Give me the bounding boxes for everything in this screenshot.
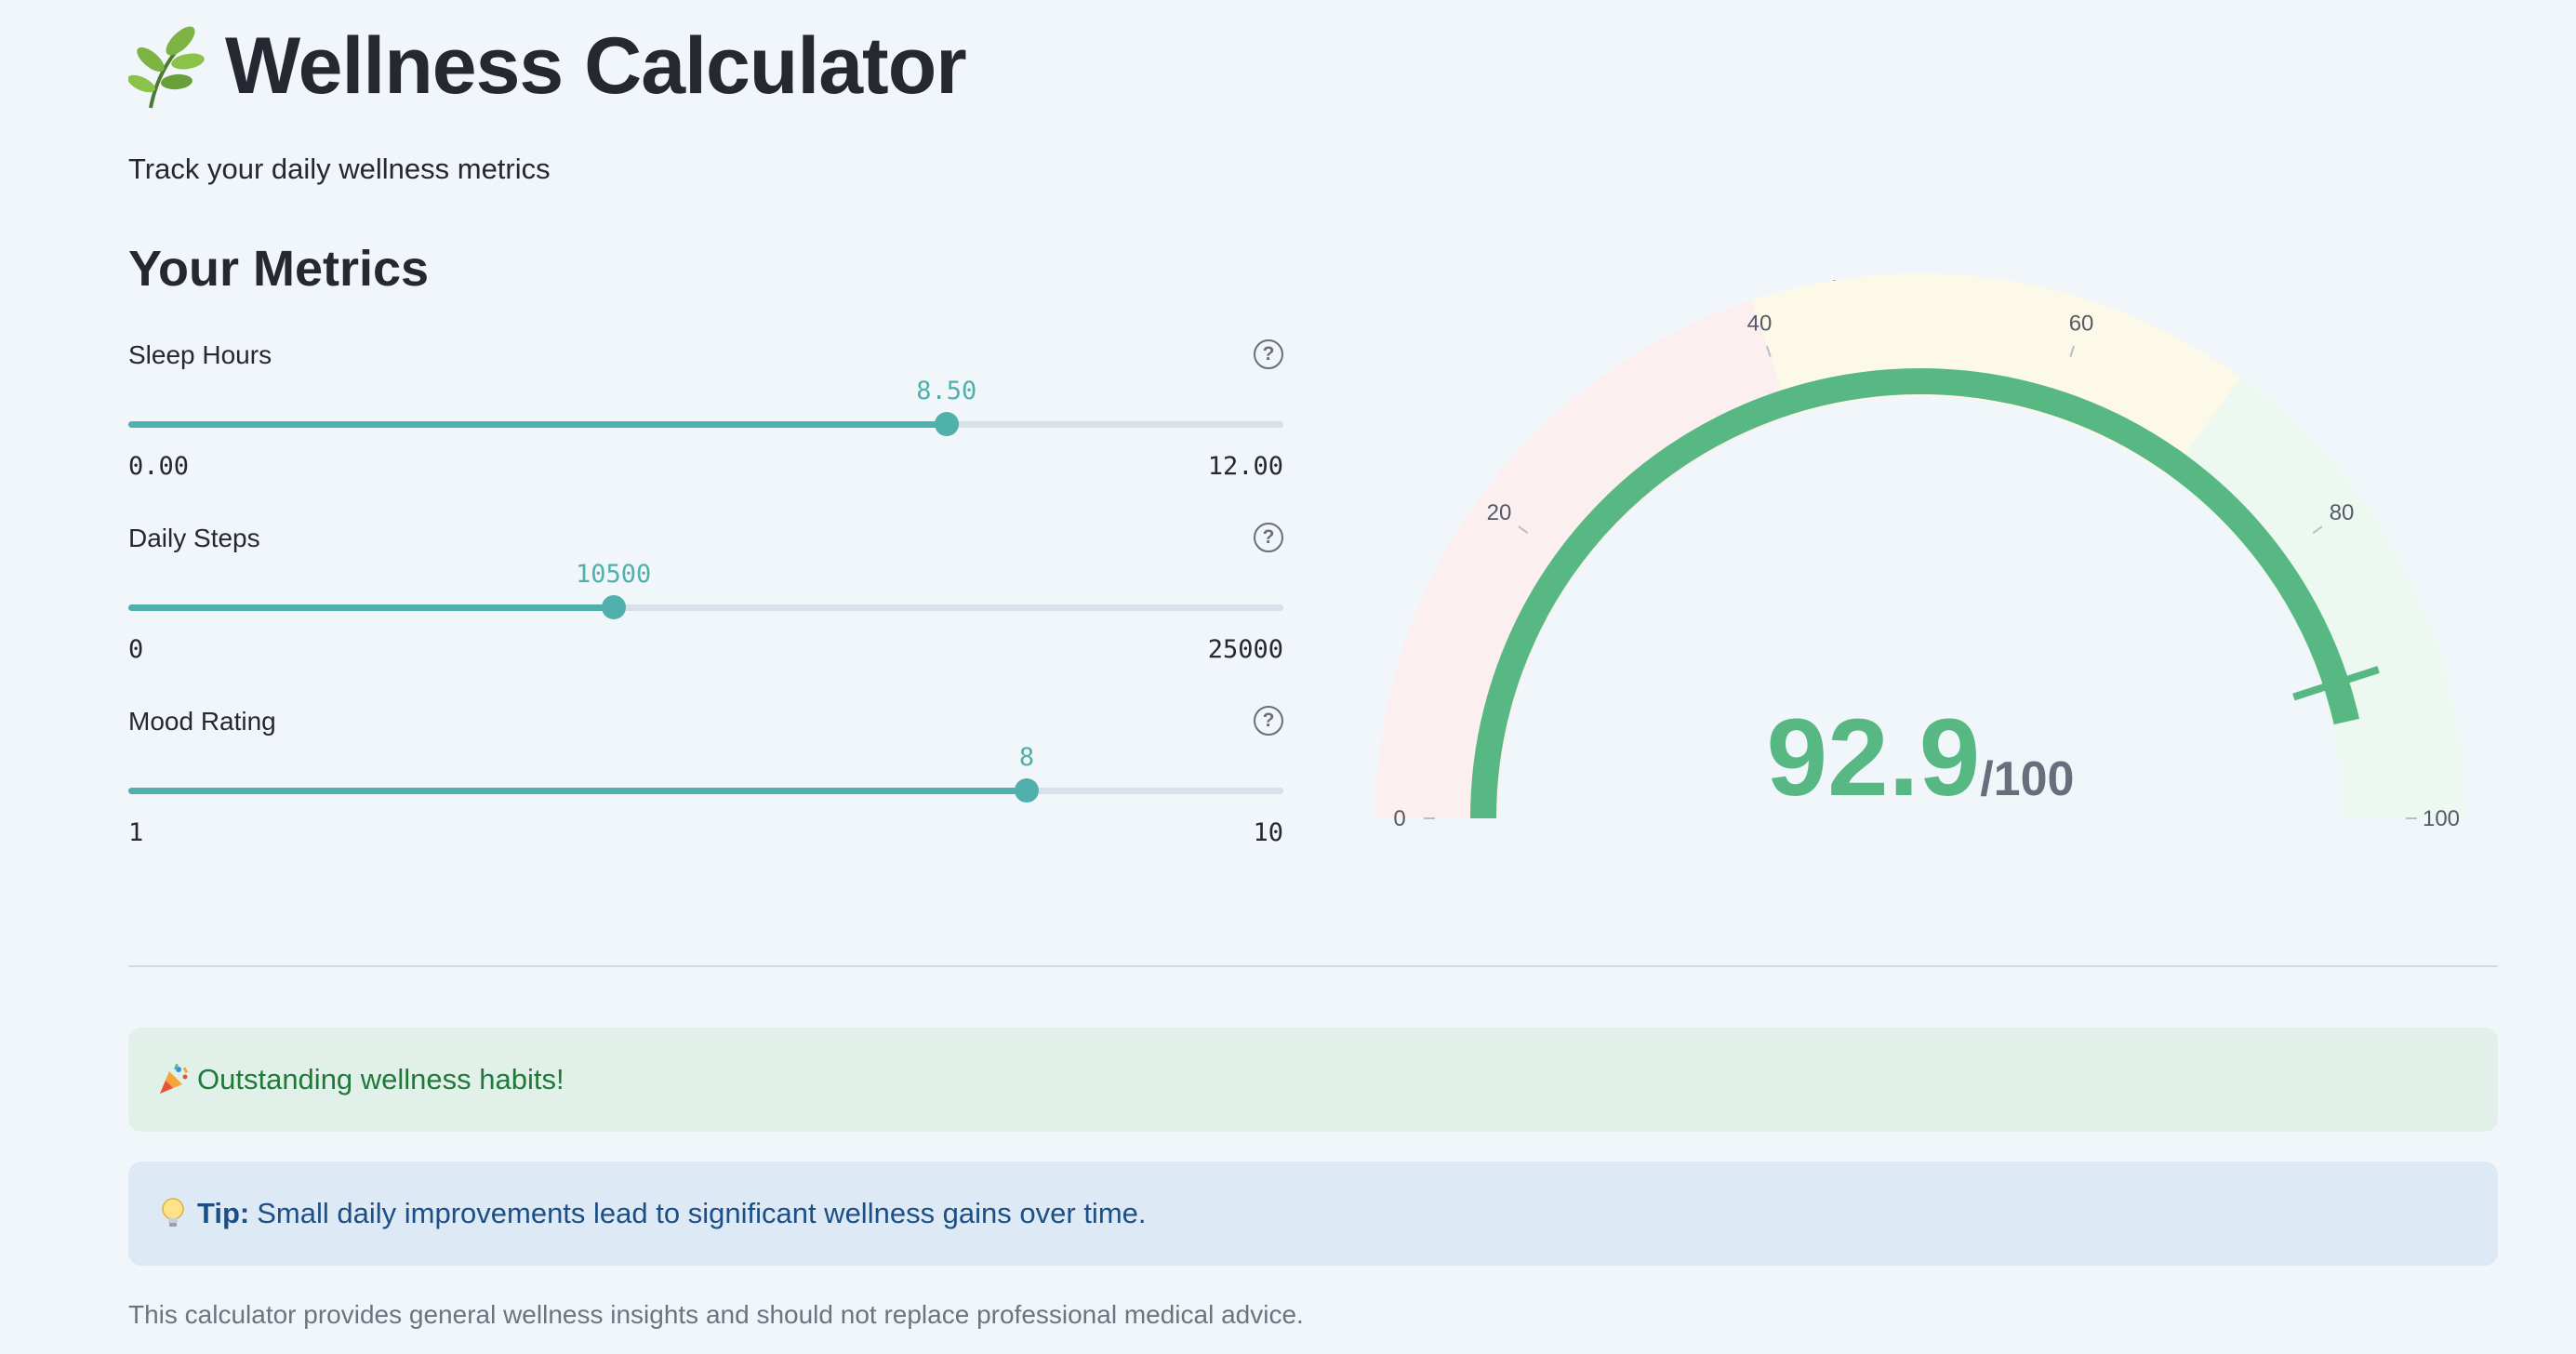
slider-thumb[interactable]	[934, 412, 959, 436]
slider-max: 10	[1253, 818, 1283, 847]
page-title: Wellness Calculator	[225, 21, 967, 111]
party-popper-icon	[160, 1063, 189, 1094]
slider-thumb[interactable]	[601, 595, 626, 619]
tip-text: Small daily improvements lead to signifi…	[257, 1197, 1147, 1229]
slider-fill	[128, 421, 947, 428]
slider-track[interactable]: 8	[128, 743, 1283, 803]
slider-min: 1	[128, 818, 144, 847]
slider-label: Mood Rating	[128, 707, 276, 736]
slider-max: 25000	[1207, 635, 1283, 664]
slider-value: 10500	[575, 560, 652, 589]
slider-thumb[interactable]	[1015, 778, 1039, 803]
gauge-tick-label: 20	[1487, 500, 1512, 525]
daily-steps-slider[interactable]: Daily Steps ? 10500 0 25000	[128, 523, 1283, 691]
slider-track[interactable]: 10500	[128, 560, 1283, 619]
page-subtitle: Track your daily wellness metrics	[128, 153, 551, 185]
gauge-suffix: /100	[1980, 752, 2074, 806]
disclaimer-text: This calculator provides general wellnes…	[128, 1300, 1304, 1329]
success-alert: Outstanding wellness habits!	[128, 1028, 2498, 1132]
tip-label: Tip:	[197, 1197, 250, 1229]
slider-value: 8.50	[916, 377, 977, 405]
section-divider	[128, 965, 2498, 967]
gauge-tick-label: 40	[1747, 311, 1773, 336]
gauge-readout: 92.9/100	[1767, 697, 2075, 819]
app-page: Wellness Calculator Track your daily wel…	[0, 0, 2576, 1354]
slider-fill	[128, 788, 1027, 794]
slider-value: 8	[1018, 743, 1035, 772]
question-circle-icon[interactable]: ?	[1254, 339, 1283, 369]
mood-rating-slider[interactable]: Mood Rating ? 8 1 10	[128, 706, 1283, 874]
metrics-heading: Your Metrics	[128, 241, 430, 297]
gauge-tick-label: 0	[1393, 806, 1405, 831]
tip-alert: Tip: Small daily improvements lead to si…	[128, 1162, 2498, 1266]
slider-fill	[128, 604, 614, 611]
question-circle-icon[interactable]: ?	[1254, 523, 1283, 552]
sleep-hours-slider[interactable]: Sleep Hours ? 8.50 0.00 12.00	[128, 339, 1283, 508]
success-alert-text: Outstanding wellness habits!	[197, 1063, 564, 1095]
question-circle-icon[interactable]: ?	[1254, 706, 1283, 736]
slider-label: Sleep Hours	[128, 340, 272, 369]
lightbulb-icon	[162, 1198, 184, 1227]
gauge-tick-label: 80	[2330, 500, 2355, 525]
slider-max: 12.00	[1207, 452, 1283, 481]
slider-track[interactable]: 8.50	[128, 377, 1283, 436]
gauge-tick-label: 60	[2069, 311, 2094, 336]
slider-min: 0	[128, 635, 144, 664]
gauge-value: 92.9	[1767, 697, 1981, 819]
wellness-gauge: Excellent 02040 6080100 92.9/100	[1375, 272, 2465, 831]
page-header: Wellness Calculator	[128, 20, 967, 113]
slider-label: Daily Steps	[128, 524, 260, 552]
herb-leaf-icon	[128, 25, 205, 108]
gauge-tick-label: 100	[2423, 806, 2460, 831]
slider-min: 0.00	[128, 452, 190, 481]
